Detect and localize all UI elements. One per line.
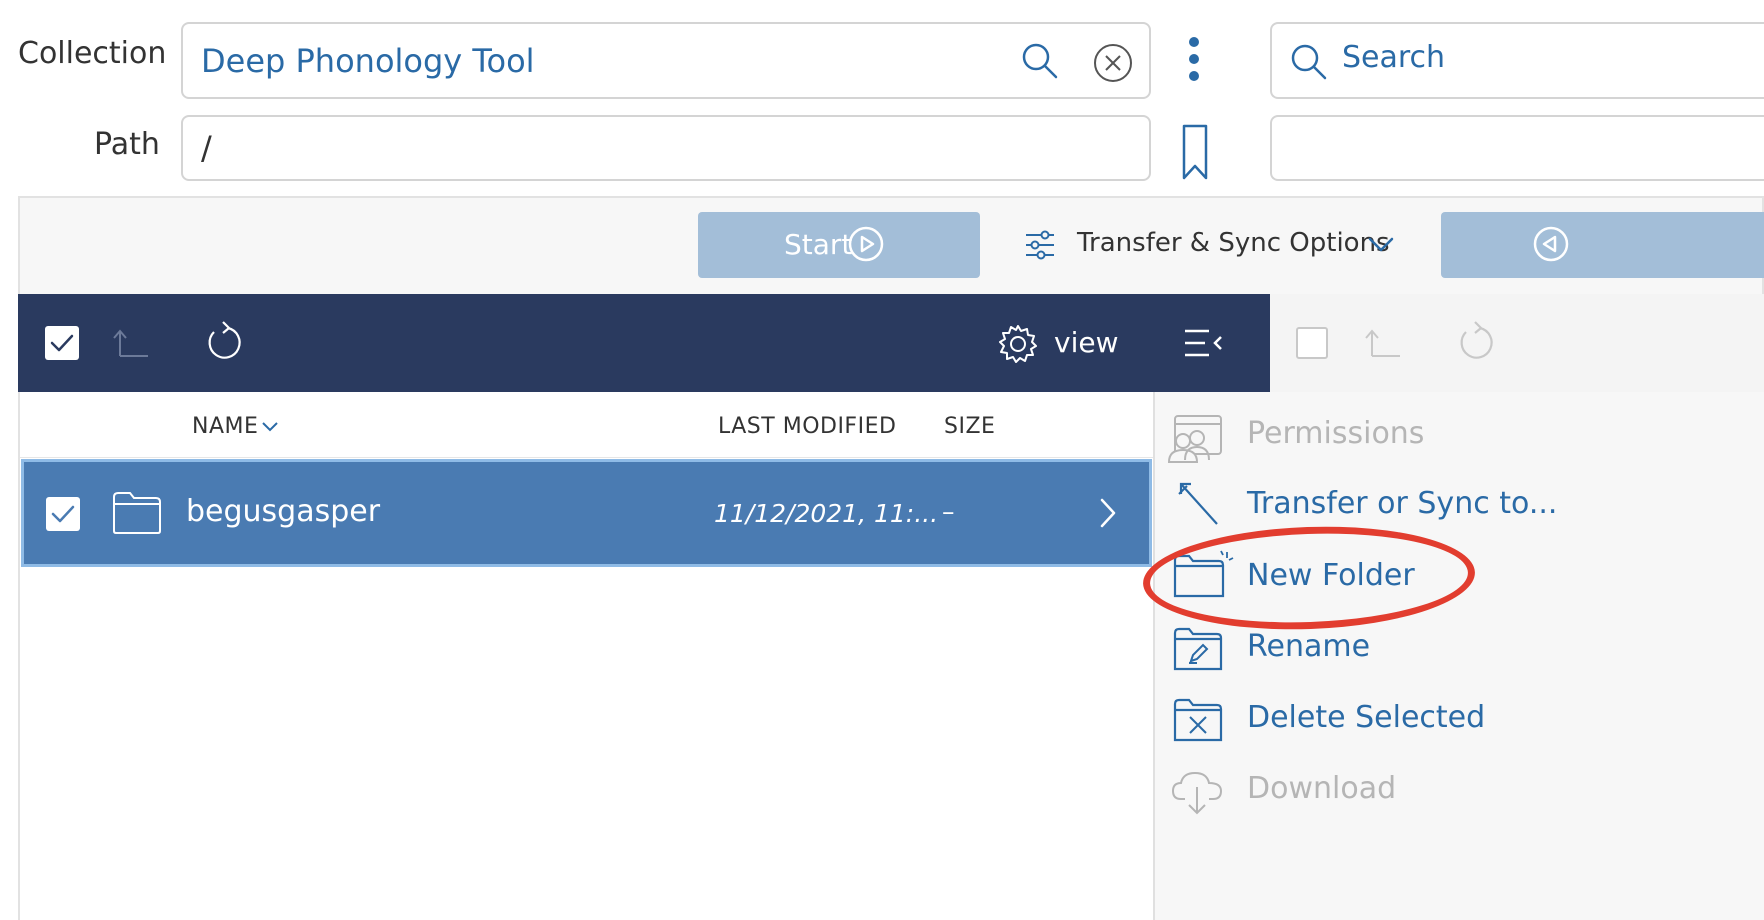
sliders-icon[interactable]: [1026, 230, 1054, 260]
up-folder-icon[interactable]: [113, 328, 148, 358]
column-last-modified[interactable]: LAST MODIFIED: [718, 414, 896, 439]
menu-item-delete-selected[interactable]: Delete Selected: [1159, 692, 1679, 752]
menu-item-label[interactable]: Rename: [1247, 629, 1370, 664]
row-name[interactable]: begusgasper: [186, 494, 380, 529]
actions-panel: Permissions Transfer or Sync to... New F…: [1153, 392, 1764, 920]
row-modified: 11/12/2021, 11:...: [714, 499, 939, 528]
transfer-icon: [1177, 480, 1221, 528]
column-size[interactable]: SIZE: [944, 414, 995, 439]
path-field[interactable]: /: [181, 115, 1151, 181]
sort-chevron-icon[interactable]: [262, 422, 278, 432]
row-size: –: [942, 497, 955, 526]
collection-value[interactable]: Deep Phonology Tool: [201, 42, 535, 80]
collapse-menu-icon[interactable]: [1183, 328, 1223, 358]
chevron-down-icon[interactable]: [1368, 237, 1394, 253]
menu-item-permissions: Permissions: [1159, 410, 1679, 470]
refresh-icon[interactable]: [204, 320, 242, 362]
start-button[interactable]: Start: [698, 212, 980, 278]
row-checkbox[interactable]: [46, 497, 80, 531]
play-back-icon: [1533, 226, 1569, 262]
reverse-start-button[interactable]: [1441, 212, 1764, 278]
search-icon[interactable]: [1021, 42, 1059, 80]
gear-icon[interactable]: [998, 324, 1038, 364]
right-select-all-checkbox[interactable]: [1296, 327, 1328, 359]
column-name[interactable]: NAME: [192, 414, 258, 439]
menu-item-transfer-sync[interactable]: Transfer or Sync to...: [1159, 480, 1679, 540]
start-button-label: Start: [784, 228, 853, 261]
transfer-sync-options[interactable]: Transfer & Sync Options: [1077, 228, 1390, 258]
right-search-label: Search: [1342, 40, 1446, 75]
view-label[interactable]: view: [1054, 326, 1118, 359]
chevron-right-icon[interactable]: [1100, 498, 1116, 528]
search-icon: [1290, 43, 1328, 81]
more-options-icon[interactable]: [1186, 36, 1202, 82]
collection-field[interactable]: Deep Phonology Tool: [181, 22, 1151, 99]
right-search-field[interactable]: Search: [1270, 22, 1764, 99]
menu-item-label[interactable]: Transfer or Sync to...: [1247, 486, 1557, 521]
menu-item-download: Download: [1159, 763, 1679, 823]
delete-folder-icon: [1171, 696, 1223, 742]
rename-icon: [1171, 625, 1223, 671]
bookmark-icon[interactable]: [1182, 124, 1208, 180]
menu-item-label: Download: [1247, 771, 1397, 806]
right-path-field[interactable]: [1270, 115, 1764, 181]
file-navbar: view: [18, 294, 1270, 392]
right-pane-navbar: [1270, 294, 1764, 392]
table-row[interactable]: begusgasper 11/12/2021, 11:... –: [21, 459, 1152, 567]
permissions-icon: [1163, 414, 1223, 466]
refresh-icon[interactable]: [1456, 320, 1494, 362]
select-all-checkbox[interactable]: [45, 326, 79, 360]
up-folder-icon[interactable]: [1365, 328, 1400, 358]
menu-item-label: Permissions: [1247, 416, 1425, 451]
table-header: NAME LAST MODIFIED SIZE: [20, 392, 1153, 458]
play-icon: [848, 226, 884, 262]
download-cloud-icon: [1171, 767, 1223, 817]
collection-label: Collection: [18, 36, 167, 71]
file-list: NAME LAST MODIFIED SIZE begusgasper 11/1…: [18, 392, 1153, 920]
folder-icon: [112, 491, 162, 535]
menu-item-label[interactable]: Delete Selected: [1247, 700, 1485, 735]
path-value[interactable]: /: [201, 129, 212, 167]
menu-item-rename[interactable]: Rename: [1159, 621, 1679, 681]
clear-icon[interactable]: [1093, 43, 1133, 83]
path-label: Path: [94, 127, 160, 162]
